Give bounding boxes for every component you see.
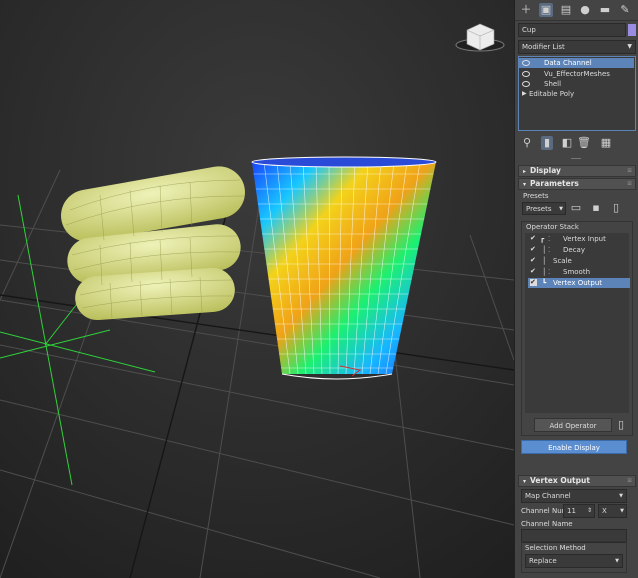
operator-scale[interactable]: ✔ │ Scale [528,256,630,266]
modifier-data-channel[interactable]: Data Channel [519,58,634,68]
presets-dropdown[interactable]: Presets ▼ [522,202,566,215]
checkbox-icon[interactable]: ✔ [530,268,537,275]
remove-modifier-icon[interactable]: 🗑 [577,136,591,150]
make-unique-icon[interactable]: ◧ [560,136,574,150]
chevron-down-icon: ▼ [615,558,619,564]
spinner-arrows-icon[interactable]: ⇕ [587,505,592,517]
enable-display-button[interactable]: Enable Display [521,440,627,454]
display-tab-icon[interactable]: ▬ [598,3,612,17]
command-panel: ＋ ▣ ▤ ● ▬ ✎ Cup Modifier List ▼ Data Cha… [514,0,638,578]
create-tab-icon[interactable]: ＋ [519,3,533,17]
checkbox-icon[interactable]: ✔ [530,235,537,242]
motion-tab-icon[interactable]: ● [578,3,592,17]
stack-toolbar: ⚲ ▮ ◧ 🗑 ▦ [515,136,638,150]
expanded-arrow-icon: ▾ [523,181,527,188]
add-operator-button[interactable]: Add Operator [534,418,612,432]
input-branch-icon: ┏ [540,235,545,243]
delete-operator-icon[interactable]: ▯ [614,418,628,432]
show-end-result-icon[interactable]: ▮ [541,136,553,150]
modifier-vu-effector-meshes[interactable]: Vu_EffectorMeshes [519,69,634,79]
rollout-pin-icon: ≡ [626,167,632,174]
rollout-pin-icon: ≡ [626,180,632,187]
utilities-tab-icon[interactable]: ✎ [618,3,632,17]
chevron-down-icon: ▼ [620,508,624,514]
chevron-down-icon: ▼ [559,206,563,212]
panel-divider [571,158,581,159]
operator-decay[interactable]: ✔ │ ⁚ Decay [528,245,630,255]
modifier-shell[interactable]: Shell [519,79,634,89]
selection-method-group: Selection Method Replace ▼ [521,541,627,573]
output-branch-icon: ┗ [542,279,547,287]
checkbox-icon[interactable]: ✔ [530,279,537,286]
checkbox-icon[interactable]: ✔ [530,257,537,264]
vertex-icon: ⁚ [548,246,551,254]
channel-num-spinner[interactable]: 11 ⇕ [563,504,595,518]
operator-vertex-input[interactable]: ✔ ┏ ⁚ Vertex Input [528,234,630,244]
rollout-pin-icon: ≡ [626,477,632,484]
hierarchy-tab-icon[interactable]: ▤ [559,3,573,17]
command-panel-tabs: ＋ ▣ ▤ ● ▬ ✎ [515,0,638,21]
eye-icon[interactable] [522,71,530,77]
branch-line-icon: │ [542,246,547,254]
presets-label: Presets [523,192,549,200]
object-name-field[interactable]: Cup [518,23,626,37]
modify-tab-icon[interactable]: ▣ [539,3,553,17]
parameters-rollout-header[interactable]: ▾ Parameters ≡ [518,178,636,190]
vertex-icon: ⁚ [548,235,551,243]
collapsed-arrow-icon: ▸ [523,168,527,175]
operator-stack-label: Operator Stack [526,223,579,231]
delete-preset-icon[interactable]: ▯ [609,201,623,215]
axis-dropdown[interactable]: X ▼ [598,504,627,518]
save-icon[interactable]: ▪ [589,201,603,215]
operator-smooth[interactable]: ✔ │ ⁚ Smooth [528,267,630,277]
viewport-scene [0,0,514,578]
modifier-list-label: Modifier List [522,43,565,51]
operator-vertex-output[interactable]: ✔ ┗ Vertex Output [528,278,630,288]
operator-stack-group: Operator Stack ✔ ┏ ⁚ Vertex Input ✔ │ ⁚ … [521,221,633,436]
configure-sets-icon[interactable]: ▦ [599,136,613,150]
checkbox-icon[interactable]: ✔ [530,246,537,253]
open-folder-icon[interactable]: ▭ [569,201,583,215]
selection-method-dropdown[interactable]: Replace ▼ [525,554,623,568]
vertex-icon: ⁚ [548,268,551,276]
channel-name-label: Channel Name [521,520,573,528]
expand-arrow-icon[interactable]: ▶ [522,89,527,99]
modifier-editable-poly[interactable]: ▶ Editable Poly [519,89,634,99]
object-color-swatch[interactable] [628,24,636,36]
pin-stack-icon[interactable]: ⚲ [520,136,534,150]
chevron-down-icon: ▼ [619,493,623,499]
selection-method-label: Selection Method [525,544,586,552]
map-channel-dropdown[interactable]: Map Channel ▼ [521,489,627,503]
chevron-down-icon: ▼ [627,43,632,50]
branch-line-icon: │ [542,257,547,265]
eye-icon[interactable] [522,81,530,87]
vertex-output-rollout-header[interactable]: ▾ Vertex Output ≡ [518,475,636,487]
display-rollout-header[interactable]: ▸ Display ≡ [518,165,636,177]
channel-num-label: Channel Num [521,507,569,515]
operator-stack-list: ✔ ┏ ⁚ Vertex Input ✔ │ ⁚ Decay ✔ │ Scale… [525,233,630,413]
modifier-stack-list: Data Channel Vu_EffectorMeshes Shell ▶ E… [518,56,636,131]
perspective-viewport[interactable] [0,0,514,578]
expanded-arrow-icon: ▾ [523,478,527,485]
modifier-list-dropdown[interactable]: Modifier List ▼ [518,40,636,54]
eye-icon[interactable] [522,60,530,66]
branch-line-icon: │ [542,268,547,276]
